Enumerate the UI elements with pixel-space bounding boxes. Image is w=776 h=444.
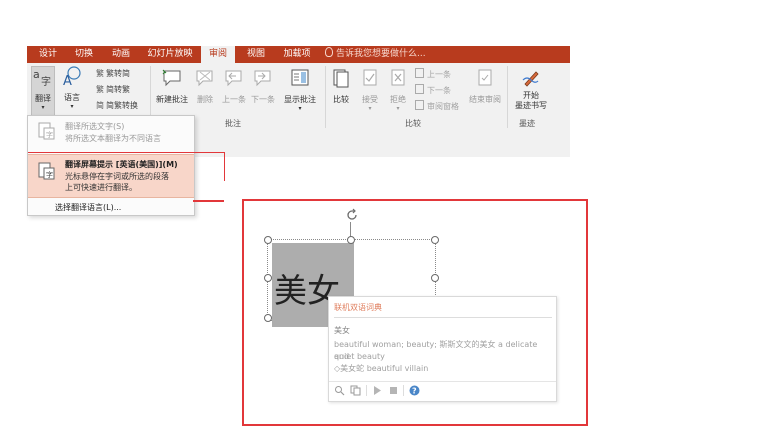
next-comment-icon <box>254 70 271 87</box>
chevron-down-icon: ▾ <box>298 105 302 112</box>
simp-trad-icon: 繁 <box>96 85 104 94</box>
dictionary-header: 联机双语词典 <box>334 303 382 312</box>
conversion-icon: 简 <box>96 101 104 110</box>
accept-icon <box>363 69 377 86</box>
compare-icon <box>333 69 349 88</box>
show-comments-icon <box>291 69 309 86</box>
dictionary-word: 美女 <box>334 326 350 335</box>
resize-handle[interactable] <box>431 236 439 244</box>
translate-document-icon: 字 <box>38 122 55 140</box>
previous-change-icon <box>415 68 424 78</box>
tab-transitions[interactable]: 切换 <box>67 46 101 63</box>
help-icon[interactable]: ? <box>409 385 420 396</box>
language-icon: A <box>63 66 81 86</box>
trad-simp-icon: 繁 <box>96 69 104 78</box>
language-label: 语言 <box>64 93 80 102</box>
new-comment-button[interactable]: 新建批注 <box>155 68 189 105</box>
menu-item-translate-selection[interactable]: 字 翻译所选文字(S) 将所选文本翻译为不同语言 <box>28 117 194 147</box>
start-inking-button[interactable]: 开始 墨迹书写 <box>511 68 551 111</box>
trad-to-simp-button[interactable]: 繁繁转简 <box>96 68 130 79</box>
divider <box>507 66 508 128</box>
divider <box>366 385 367 396</box>
translate-button[interactable]: a 字 翻译 ▾ <box>31 66 55 120</box>
accept-button[interactable]: 接受 ▾ <box>358 68 382 112</box>
svg-text:a: a <box>33 68 40 81</box>
svg-text:?: ? <box>412 387 417 396</box>
review-pane-icon <box>415 100 424 110</box>
end-review-icon <box>478 69 492 86</box>
new-comment-icon <box>162 69 181 87</box>
lightbulb-icon <box>325 47 333 57</box>
language-button[interactable]: A 语言 ▾ <box>60 66 84 118</box>
tab-review[interactable]: 审阅 <box>201 46 235 63</box>
tell-me-box[interactable]: 告诉我您想要做什么... <box>325 46 475 63</box>
show-comments-button[interactable]: 显示批注 ▾ <box>281 68 319 112</box>
previous-comment-icon <box>225 70 242 87</box>
ribbon-tab-bar: 设计 切换 动画 幻灯片放映 审阅 视图 加载项 告诉我您想要做什么... <box>27 46 570 63</box>
tab-view[interactable]: 视图 <box>239 46 273 63</box>
end-review-button[interactable]: 结束审阅 <box>468 68 502 105</box>
chevron-down-icon: ▾ <box>396 105 400 112</box>
resize-handle[interactable] <box>347 236 355 244</box>
search-icon[interactable] <box>334 385 345 396</box>
simp-to-trad-button[interactable]: 繁简转繁 <box>96 84 130 95</box>
svg-text:A: A <box>63 74 72 86</box>
callout-highlight <box>28 152 225 181</box>
conversion-button[interactable]: 简简繁转换 <box>96 100 138 111</box>
chevron-down-icon: ▾ <box>368 105 372 112</box>
resize-handle[interactable] <box>264 274 272 282</box>
stop-icon[interactable] <box>389 386 398 395</box>
previous-change-button[interactable]: 上一条 <box>415 68 451 80</box>
divider <box>403 385 404 396</box>
delete-comment-button[interactable]: 删除 <box>192 68 218 105</box>
rotate-handle-icon[interactable] <box>345 208 359 222</box>
next-change-icon <box>415 84 424 94</box>
play-icon[interactable] <box>373 386 382 395</box>
translate-label: 翻译 <box>35 94 51 103</box>
translate-icon: a 字 <box>33 68 51 87</box>
divider <box>329 381 556 382</box>
group-label-ink: 墨迹 <box>519 119 535 128</box>
reject-button[interactable]: 拒绝 ▾ <box>386 68 410 112</box>
tab-design[interactable]: 设计 <box>31 46 65 63</box>
tab-slideshow[interactable]: 幻灯片放映 <box>141 46 199 63</box>
svg-text:字: 字 <box>41 75 51 87</box>
next-comment-button[interactable]: 下一条 <box>250 68 276 105</box>
previous-comment-button[interactable]: 上一条 <box>221 68 247 105</box>
chevron-down-icon: ▾ <box>70 103 74 110</box>
tab-addins[interactable]: 加载项 <box>277 46 317 63</box>
group-label-compare: 比较 <box>405 119 421 128</box>
resize-handle[interactable] <box>264 314 272 322</box>
tab-animations[interactable]: 动画 <box>104 46 138 63</box>
chevron-down-icon: ▾ <box>41 104 45 111</box>
delete-comment-icon <box>196 70 213 87</box>
divider <box>334 317 552 318</box>
dictionary-definition: quiet beauty <box>334 352 385 361</box>
svg-text:字: 字 <box>46 130 53 139</box>
divider <box>325 66 326 128</box>
compare-button[interactable]: 比较 <box>329 68 353 105</box>
next-change-button[interactable]: 下一条 <box>415 84 451 96</box>
resize-handle[interactable] <box>264 236 272 244</box>
dictionary-definition: ◇美女蛇 beautiful villain <box>334 364 429 373</box>
copy-icon[interactable] <box>350 385 361 396</box>
review-pane-button[interactable]: 审阅窗格 <box>415 100 459 112</box>
resize-handle[interactable] <box>431 274 439 282</box>
pen-icon <box>522 71 539 87</box>
callout-connector <box>193 200 224 202</box>
menu-item-choose-language[interactable]: 选择翻译语言(L)... <box>28 200 194 214</box>
dictionary-popup: 联机双语词典 美女 beautiful woman; beauty; 斯斯文文的… <box>328 296 557 402</box>
group-label-comments: 批注 <box>225 119 241 128</box>
reject-icon <box>391 69 405 86</box>
